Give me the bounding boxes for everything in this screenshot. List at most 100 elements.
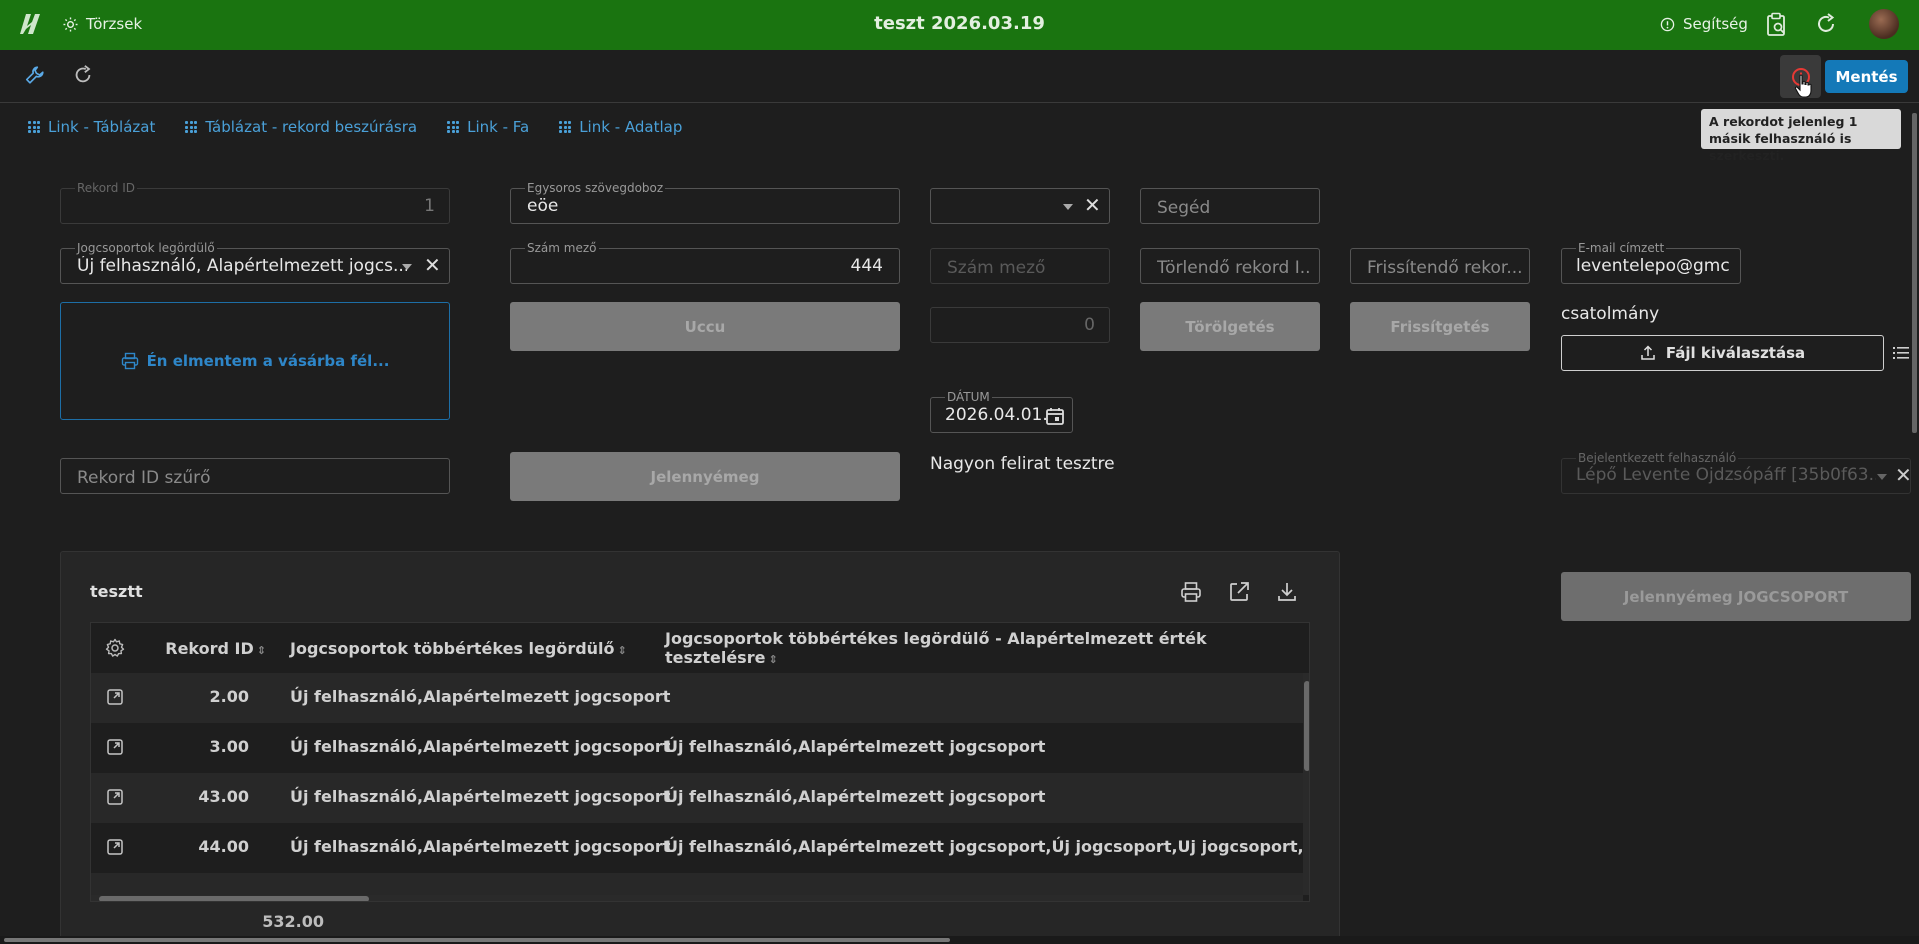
table-vertical-scrollbar[interactable] (1303, 673, 1309, 895)
cell-jogcsoport: Új felhasználó,Alapértelmezett jogcsopor… (290, 787, 671, 806)
seged-input[interactable]: Segéd (1140, 188, 1320, 224)
csatolmany-label: csatolmány (1561, 304, 1660, 324)
jogcsoport-select[interactable]: Jogcsoportok legördülő Új felhasználó, A… (60, 242, 450, 284)
reload-icon[interactable] (72, 64, 96, 88)
open-record-icon[interactable] (105, 737, 125, 757)
help-link[interactable]: Segítség (1660, 15, 1748, 33)
number-field: 0 (930, 307, 1110, 343)
jogcsoport-label: Jogcsoportok legördülő (75, 241, 217, 255)
save-button[interactable]: Mentés (1825, 60, 1908, 93)
link-label: Link - Fa (467, 118, 530, 136)
torlendo-input[interactable]: Törlendő rekord I... (1140, 248, 1320, 284)
logged-user-label: Bejelentkezett felhasználó (1576, 451, 1739, 465)
print-icon[interactable] (1179, 580, 1203, 604)
data-table: Rekord ID ⇕ Jogcsoportok többértékes legö… (90, 622, 1310, 902)
open-record-icon[interactable] (105, 687, 125, 707)
printer-icon (121, 352, 138, 370)
sort-icon: ⇕ (768, 653, 778, 666)
link-bar: Link - Táblázat Táblázat - rekord beszúr… (28, 118, 682, 136)
column-header-rekord-id[interactable]: Rekord ID ⇕ (151, 639, 266, 658)
szam-mezo-2-field: Szám mező (930, 248, 1110, 284)
upload-icon (1641, 345, 1655, 360)
link-adatlap[interactable]: Link - Adatlap (559, 118, 682, 136)
download-icon[interactable] (1275, 580, 1299, 604)
open-external-icon[interactable] (1227, 580, 1251, 604)
table-row-partial[interactable] (91, 873, 1303, 895)
szam-mezo-label: Szám mező (525, 241, 599, 255)
column-header-jogcsoport-default[interactable]: Jogcsoportok többértékes legördülő - Ala… (665, 629, 1309, 667)
single-text-value: eöe (527, 196, 559, 216)
wrench-icon[interactable] (24, 64, 48, 88)
chevron-down-icon (1063, 204, 1073, 210)
table-row[interactable]: 44.00 Új felhasználó,Alapértelmezett jog… (91, 823, 1309, 873)
cursor-hand-icon (1794, 74, 1812, 98)
file-select-button[interactable]: Fájl kiválasztása (1561, 335, 1884, 371)
table-row[interactable]: 43.00 Új felhasználó,Alapértelmezett jog… (91, 773, 1303, 823)
logged-user-field: Bejelentkezett felhasználó Lépő Levente … (1561, 452, 1912, 494)
open-record-icon[interactable] (105, 787, 125, 807)
app-logo-icon[interactable] (20, 12, 42, 38)
grid-icon (185, 121, 198, 133)
table-row[interactable]: 3.00 Új felhasználó,Alapértelmezett jogc… (91, 723, 1303, 773)
single-text-label: Egysoros szövegdoboz (525, 181, 666, 195)
avatar[interactable] (1869, 9, 1899, 39)
uccu-button[interactable]: Uccu (510, 302, 900, 351)
column-header-label: Jogcsoportok többértékes legördülő - Ala… (665, 629, 1207, 667)
email-field[interactable]: E-mail címzett leventelepo@gmc (1561, 242, 1741, 284)
cell-jogcsoport-default: Új felhasználó,Alapértelmezett jogcsopor… (665, 837, 1309, 856)
single-text-field[interactable]: Egysoros szövegdoboz eöe (510, 182, 900, 224)
szam-mezo-field[interactable]: Szám mező 444 (510, 242, 900, 284)
seged-placeholder: Segéd (1157, 198, 1211, 218)
column-header-label: Jogcsoportok többértékes legördülő (290, 638, 615, 658)
calendar-icon[interactable] (1045, 406, 1065, 426)
frissitgetes-button[interactable]: Frissítgetés (1350, 302, 1530, 351)
cell-record-id: 43.00 (198, 787, 249, 806)
nav-torzsek[interactable]: Törzsek (63, 15, 142, 33)
frissitendo-input[interactable]: Frissítendő rekor... (1350, 248, 1530, 284)
table-sum: 532.00 (262, 912, 324, 931)
grid-icon (28, 121, 40, 133)
column-header-jogcsoport[interactable]: Jogcsoportok többértékes legördülő ⇕ (290, 639, 627, 658)
link-fa[interactable]: Link - Fa (447, 118, 529, 136)
list-icon[interactable] (1893, 345, 1909, 361)
cell-jogcsoport: Új felhasználó,Alapértelmezett jogcsopor… (290, 687, 671, 706)
jelenyemeg-jogcsoport-button[interactable]: Jelennyémeg JOGCSOPORT (1561, 572, 1911, 621)
top-bar: Törzsek teszt 2026.03.19 Segítség (0, 0, 1919, 50)
number-field-value: 0 (1084, 315, 1095, 335)
jelenyemeg-button[interactable]: Jelennyémeg (510, 452, 900, 501)
cell-record-id: 3.00 (209, 737, 249, 756)
page-horizontal-scrollbar[interactable] (0, 936, 1919, 944)
clear-icon[interactable]: ✕ (424, 253, 441, 277)
frissitendo-placeholder: Frissítendő rekor... (1367, 258, 1522, 278)
grid-icon (559, 121, 572, 133)
table-row[interactable]: 2.00 Új felhasználó,Alapértelmezett jogc… (91, 673, 1303, 723)
page-vertical-scrollbar[interactable] (1910, 103, 1919, 936)
record-id-filter[interactable]: Rekord ID szűrő (60, 458, 450, 494)
file-select-label: Fájl kiválasztása (1665, 344, 1806, 362)
szam-mezo-2-placeholder: Szám mező (947, 258, 1046, 278)
settings-gear-icon[interactable] (105, 638, 125, 658)
record-id-value: 1 (424, 196, 435, 216)
empty-select[interactable]: ✕ (930, 188, 1110, 224)
torolgetes-button[interactable]: Törölgetés (1140, 302, 1320, 351)
column-header-label: Rekord ID (165, 638, 254, 658)
cell-record-id: 2.00 (209, 687, 249, 706)
refresh-icon[interactable] (1814, 12, 1840, 38)
table-horizontal-scrollbar[interactable] (91, 895, 1303, 901)
open-record-icon[interactable] (105, 837, 125, 857)
date-field[interactable]: DÁTUM 2026.04.01. (930, 391, 1073, 433)
clear-icon[interactable]: ✕ (1084, 193, 1101, 217)
cell-jogcsoport: Új felhasználó,Alapértelmezett jogcsopor… (290, 837, 671, 856)
jogcsoport-value: Új felhasználó, Alapértelmezett jogcs... (77, 256, 407, 276)
print-dropzone[interactable]: Én elmentem a vásárba fél... (60, 302, 450, 420)
link-label: Link - Adatlap (579, 118, 683, 136)
sun-icon (63, 16, 78, 32)
sort-icon: ⇕ (256, 643, 266, 657)
link-tablazat-rekord[interactable]: Táblázat - rekord beszúrásra (185, 118, 417, 136)
grid-icon (447, 121, 460, 133)
dropzone-label: Én elmentem a vásárba fél... (146, 352, 390, 370)
link-label: Táblázat - rekord beszúrásra (205, 118, 418, 136)
torlendo-placeholder: Törlendő rekord I... (1157, 258, 1312, 278)
clipboard-search-icon[interactable] (1765, 12, 1791, 38)
link-tablazat[interactable]: Link - Táblázat (28, 118, 155, 136)
